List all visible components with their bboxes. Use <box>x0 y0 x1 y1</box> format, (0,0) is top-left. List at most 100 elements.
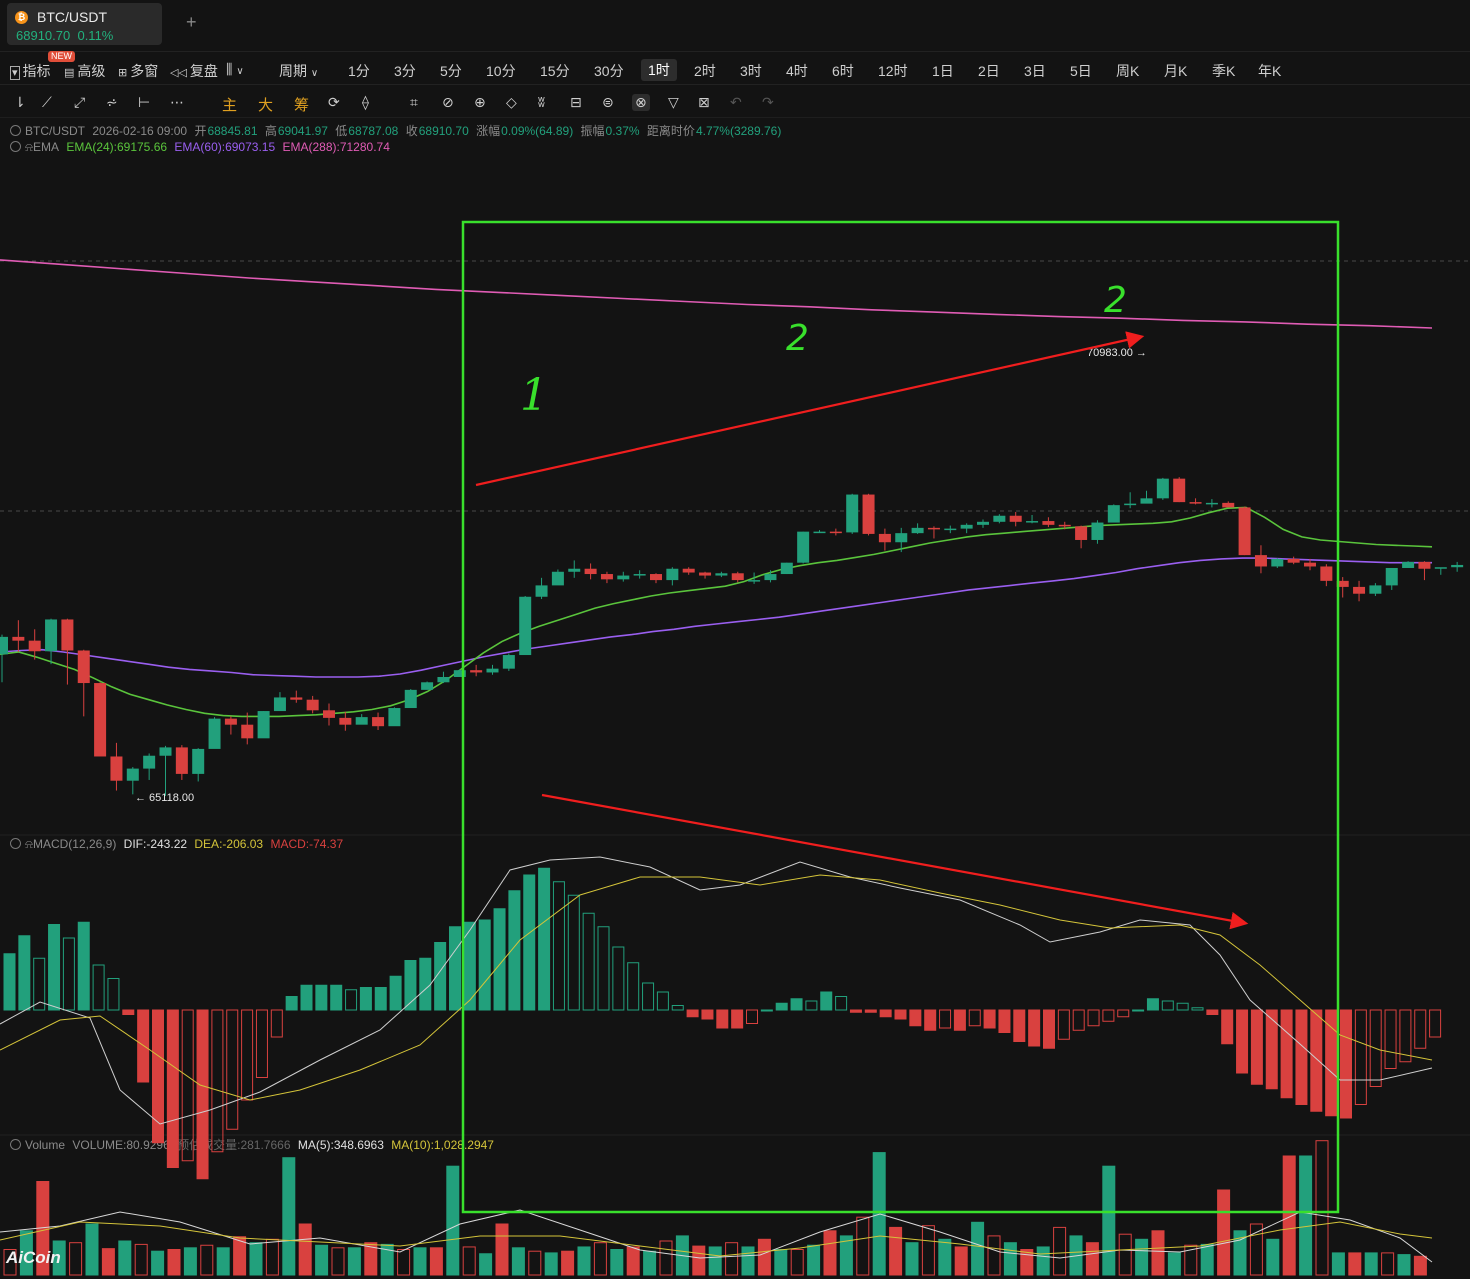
period-dropdown[interactable]: 周期 ∨ <box>279 61 318 81</box>
candle-body <box>699 572 712 576</box>
lock-icon[interactable]: ⊟ <box>570 94 582 111</box>
period-0[interactable]: 1分 <box>348 61 370 81</box>
filter-icon[interactable]: ▽ <box>668 94 679 111</box>
magnet-icon[interactable]: ⟠ <box>362 94 369 111</box>
candle-body <box>1140 498 1153 504</box>
link-icon[interactable]: ⊗ <box>632 94 650 111</box>
symbol-tab[interactable]: ₿ BTC/USDT 68910.70 0.11% <box>7 3 162 45</box>
more-tools-icon[interactable]: ⋯ <box>170 94 184 111</box>
redo-icon[interactable]: ↷ <box>762 94 774 111</box>
replay-button[interactable]: ◁◁ 复盘 <box>170 61 218 81</box>
volume-bar <box>282 1157 296 1276</box>
add-tab-button[interactable]: + <box>186 12 197 33</box>
period-13[interactable]: 2日 <box>978 61 1000 81</box>
chip-distribution-toggle[interactable]: 筹 <box>294 94 309 115</box>
period-10[interactable]: 6时 <box>832 61 854 81</box>
period-6[interactable]: 1时 <box>641 59 677 81</box>
period-11[interactable]: 12时 <box>878 61 908 81</box>
ema60-line <box>0 557 1432 678</box>
candle-body <box>829 531 842 534</box>
trend-line-tool-icon[interactable]: ⟋ <box>42 94 52 111</box>
main-indicator-toggle[interactable]: 主 <box>222 94 237 115</box>
volume-bar <box>85 1223 99 1276</box>
chart-type-button[interactable]: ⫼ ∨ <box>226 61 244 78</box>
settings-icon[interactable]: ⊜ <box>602 94 614 111</box>
ruler-icon[interactable]: ⊘ <box>442 94 454 111</box>
ray-tool-icon[interactable]: ⤢ <box>74 94 85 111</box>
macd-bar <box>1013 1009 1026 1042</box>
macd-divergence-arrow <box>541 793 1249 930</box>
volume-bar <box>1364 1252 1378 1276</box>
macd-bar <box>137 1009 150 1083</box>
macd-bar <box>285 996 298 1011</box>
candle-body <box>846 494 859 533</box>
macd-bar <box>1265 1009 1278 1090</box>
crop-icon[interactable]: ⌗ <box>410 94 418 111</box>
period-1[interactable]: 3分 <box>394 61 416 81</box>
price-chart[interactable]: 70983.00 → ← 65118.00 1 2 2 <box>0 118 1470 1279</box>
macd-bar <box>92 964 105 1011</box>
pattern-icon[interactable]: ʬ <box>538 94 545 110</box>
period-2[interactable]: 5分 <box>440 61 462 81</box>
candle-body <box>208 718 221 749</box>
candle-body <box>617 575 630 580</box>
candle-body <box>159 747 172 756</box>
macd-bar <box>1340 1009 1352 1119</box>
period-19[interactable]: 年K <box>1258 61 1281 81</box>
period-15[interactable]: 5日 <box>1070 61 1092 81</box>
macd-bar <box>345 989 358 1011</box>
candle-body <box>273 697 286 712</box>
candle-body <box>372 717 385 727</box>
horizontal-line-tool-icon[interactable]: ⊢ <box>138 94 150 111</box>
multi-window-button[interactable]: ⊞ 多窗 <box>118 61 158 81</box>
candle-body <box>1385 567 1398 586</box>
period-7[interactable]: 2时 <box>694 61 716 81</box>
volume-bar <box>249 1242 263 1276</box>
volume-bar <box>118 1240 132 1276</box>
period-18[interactable]: 季K <box>1212 61 1235 81</box>
eraser-icon[interactable]: ◇ <box>506 94 517 111</box>
candle-body <box>45 619 58 652</box>
vertical-line-tool-icon[interactable]: ⇂ <box>14 94 26 111</box>
macd-bar <box>374 987 387 1011</box>
refresh-icon[interactable]: ⟳ <box>328 94 340 111</box>
volume-bar <box>1118 1233 1132 1276</box>
macd-bar <box>181 1009 194 1162</box>
volume-bar <box>725 1242 739 1276</box>
candle-body <box>944 528 957 531</box>
advanced-button[interactable]: ▤ 高级 <box>64 61 105 81</box>
macd-bar <box>77 921 90 1011</box>
candle-body <box>437 676 450 683</box>
channel-tool-icon[interactable]: ⩫ <box>106 94 118 111</box>
macd-bar <box>612 946 625 1011</box>
volume-bar <box>167 1249 181 1276</box>
candle-body <box>551 571 564 586</box>
period-5[interactable]: 30分 <box>594 61 624 81</box>
period-12[interactable]: 1日 <box>932 61 954 81</box>
candle-body <box>28 640 41 652</box>
volume-bar <box>544 1252 558 1276</box>
period-9[interactable]: 4时 <box>786 61 808 81</box>
macd-bar <box>1102 1009 1115 1022</box>
replay-icon: ◁◁ <box>170 67 187 79</box>
candle-body <box>568 568 581 572</box>
candle-body <box>911 527 924 534</box>
large-order-toggle[interactable]: 大 <box>258 94 273 115</box>
period-14[interactable]: 3日 <box>1024 61 1046 81</box>
macd-bar <box>538 867 551 1011</box>
volume-bar <box>1397 1254 1411 1276</box>
trash-icon[interactable]: ⊠ <box>698 94 710 111</box>
volume-bar <box>511 1247 525 1276</box>
ema288-line <box>0 259 1433 329</box>
period-16[interactable]: 周K <box>1116 61 1139 81</box>
period-8[interactable]: 3时 <box>740 61 762 81</box>
macd-bar <box>255 1009 268 1078</box>
candle-body <box>584 568 597 575</box>
macd-bar <box>1161 1000 1174 1011</box>
undo-icon[interactable]: ↶ <box>730 94 742 111</box>
zoom-icon[interactable]: ⊕ <box>474 94 486 111</box>
period-3[interactable]: 10分 <box>486 61 516 81</box>
period-4[interactable]: 15分 <box>540 61 570 81</box>
period-17[interactable]: 月K <box>1164 61 1187 81</box>
indicator-button[interactable]: ▾ 指标 <box>10 61 51 81</box>
